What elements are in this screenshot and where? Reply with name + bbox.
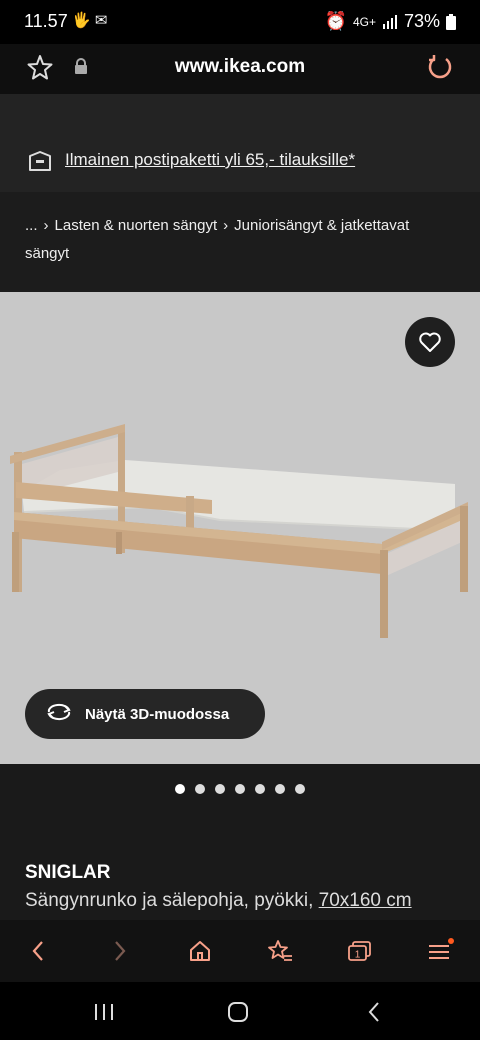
product-name: SNIGLAR bbox=[25, 862, 111, 883]
carousel-dot[interactable] bbox=[215, 784, 225, 794]
menu-button[interactable] bbox=[420, 934, 460, 968]
browser-toolbar: 1 bbox=[0, 920, 480, 982]
carousel-dot[interactable] bbox=[235, 784, 245, 794]
chevron-left-icon bbox=[32, 941, 43, 961]
rotate-3d-icon bbox=[45, 702, 73, 727]
carousel-dot[interactable] bbox=[195, 784, 205, 794]
product-type: Sängynrunko ja sälepohja, pyökki, bbox=[25, 890, 314, 911]
hamburger-menu-icon bbox=[429, 938, 454, 959]
status-bar: 11.57 🖐 ✉ ⏰ 4G+ 73% bbox=[0, 0, 480, 44]
carousel-dot[interactable] bbox=[275, 784, 285, 794]
carousel-pagination[interactable] bbox=[0, 784, 480, 798]
svg-text:1: 1 bbox=[355, 950, 361, 961]
chevron-right-icon bbox=[115, 941, 126, 961]
carousel-dot[interactable] bbox=[255, 784, 265, 794]
address-bar[interactable]: www.ikea.com bbox=[0, 44, 480, 94]
carousel-dot[interactable] bbox=[295, 784, 305, 794]
promo-banner[interactable]: Ilmainen postipaketti yli 65,- tilauksil… bbox=[0, 94, 480, 192]
home-nav-icon bbox=[228, 1002, 248, 1022]
breadcrumb: ... › Lasten & nuorten sängyt › Juniorisängy… bbox=[0, 192, 480, 292]
back-button[interactable] bbox=[18, 934, 58, 968]
back-nav-icon bbox=[368, 1002, 379, 1022]
product-info: SNIGLAR Sängynrunko ja sälepohja, pyökki… bbox=[25, 862, 465, 912]
notification-icons: 🖐 ✉ bbox=[72, 12, 108, 29]
product-description: Sängynrunko ja sälepohja, pyökki, 70x160… bbox=[25, 890, 465, 912]
status-time: 11.57 bbox=[24, 11, 68, 31]
network-indicator: 4G+ bbox=[352, 14, 376, 29]
chevron-right-icon: › bbox=[43, 217, 49, 234]
star-list-icon bbox=[268, 940, 292, 961]
reload-icon[interactable] bbox=[426, 53, 454, 86]
breadcrumb-ellipsis[interactable]: ... bbox=[25, 217, 38, 234]
carousel-dot[interactable] bbox=[175, 784, 185, 794]
product-size-link[interactable]: 70x160 cm bbox=[319, 890, 412, 911]
alarm-icon: ⏰ bbox=[324, 11, 347, 31]
favorite-button[interactable] bbox=[405, 317, 455, 367]
home-icon bbox=[190, 941, 210, 961]
view-3d-label: Näytä 3D-muodossa bbox=[85, 705, 230, 723]
battery-percent: 73% bbox=[403, 11, 440, 31]
heart-icon bbox=[419, 332, 441, 352]
status-right: ⏰ 4G+ 73% bbox=[325, 11, 456, 32]
back-nav-button[interactable] bbox=[354, 998, 394, 1026]
url-text[interactable]: www.ikea.com bbox=[0, 56, 480, 78]
forward-button[interactable] bbox=[100, 934, 140, 968]
promo-link[interactable]: Ilmainen postipaketti yli 65,- tilauksil… bbox=[65, 150, 355, 170]
tabs-icon: 1 bbox=[348, 941, 371, 961]
recent-apps-icon bbox=[95, 1004, 113, 1020]
tabs-button[interactable]: 1 bbox=[340, 934, 380, 968]
signal-icon bbox=[382, 14, 397, 29]
view-3d-button[interactable]: Näytä 3D-muodossa bbox=[25, 689, 265, 739]
package-icon bbox=[28, 150, 52, 177]
breadcrumb-item-kids-beds[interactable]: Lasten & nuorten sängyt bbox=[55, 217, 218, 234]
recent-apps-button[interactable] bbox=[84, 998, 124, 1026]
chevron-right-icon: › bbox=[223, 217, 229, 234]
product-image-gallery[interactable]: Näytä 3D-muodossa bbox=[0, 292, 480, 764]
system-navigation-bar bbox=[0, 982, 480, 1040]
home-nav-button[interactable] bbox=[218, 998, 258, 1026]
battery-icon bbox=[446, 13, 456, 30]
bookmarks-button[interactable] bbox=[260, 934, 300, 968]
home-button[interactable] bbox=[180, 934, 220, 968]
